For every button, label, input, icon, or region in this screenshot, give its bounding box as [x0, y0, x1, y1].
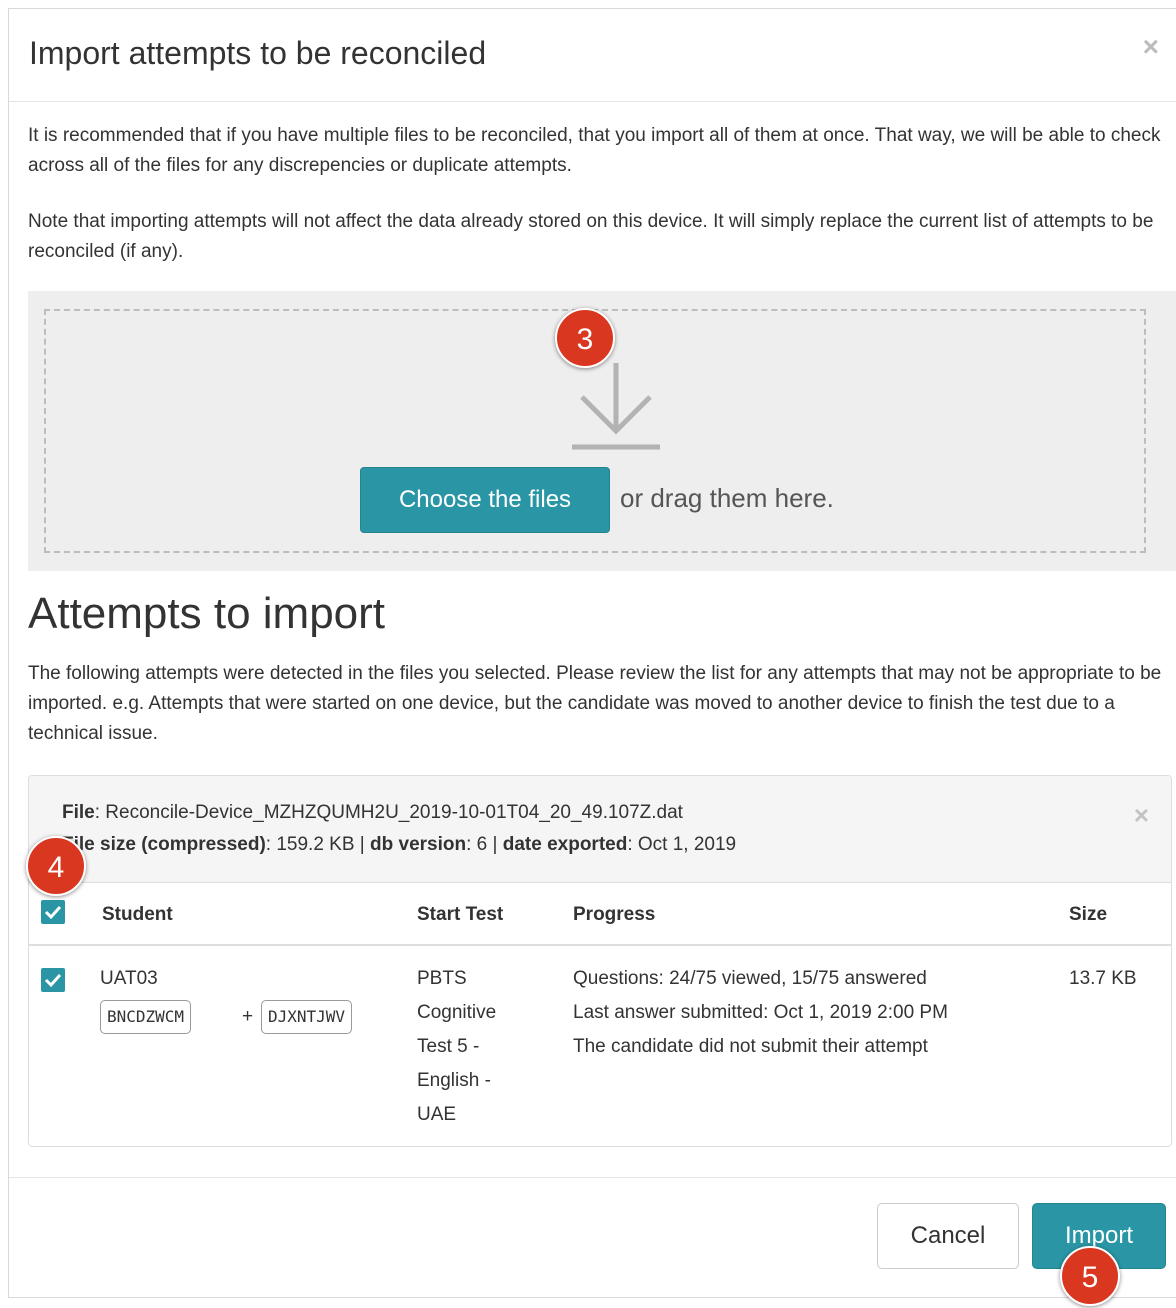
start-test-line: Test 5 -	[417, 1036, 480, 1057]
intro-paragraph-2: Note that importing attempts will not af…	[28, 211, 1154, 262]
device-code-chip: DJXNTJWV	[261, 1000, 353, 1034]
drag-hint-text: or drag them here.	[620, 483, 834, 513]
header-progress: Progress	[573, 904, 656, 925]
start-test-line: PBTS	[417, 968, 467, 989]
file-size-label: File size (compressed)	[62, 834, 266, 855]
download-arrow-icon	[572, 363, 660, 450]
import-modal: Import attempts to be reconciled × It is…	[8, 8, 1176, 1298]
db-version-label: db version	[370, 834, 467, 855]
header-student: Student	[102, 904, 173, 925]
intro-paragraph-1: It is recommended that if you have multi…	[28, 125, 1161, 176]
attempt-size: 13.7 KB	[1069, 968, 1137, 989]
attempts-heading: Attempts to import	[28, 589, 386, 638]
progress-submission-status: The candidate did not submit their attem…	[573, 1036, 928, 1057]
progress-last-answer: Last answer submitted: Oct 1, 2019 2:00 …	[573, 1002, 948, 1023]
file-name: : Reconcile-Device_MZHZQUMH2U_2019-10-01…	[94, 802, 683, 823]
start-test-line: UAE	[417, 1104, 457, 1125]
start-test-line: Cognitive	[417, 1002, 497, 1023]
annotation-badge-3: 3	[555, 308, 615, 368]
file-size-value: : 159.2 KB |	[265, 834, 371, 855]
checkmark-icon	[44, 973, 62, 988]
file-meta-line: File size (compressed): 159.2 KB | db ve…	[62, 830, 736, 860]
table-header-divider	[29, 944, 1171, 946]
student-code-chip: BNCDZWCM	[100, 1000, 192, 1034]
header-size: Size	[1069, 904, 1108, 925]
modal-header: Import attempts to be reconciled ×	[9, 9, 1176, 102]
file-label: File	[62, 802, 95, 823]
file-name-line: File: Reconcile-Device_MZHZQUMH2U_2019-1…	[62, 798, 683, 828]
footer-divider	[9, 1177, 1176, 1178]
start-test-line: English -	[417, 1070, 491, 1091]
code-plus-sign: +	[242, 1006, 254, 1027]
attempts-description: The following attempts were detected in …	[28, 663, 1162, 744]
header-start-test: Start Test	[417, 904, 504, 925]
cancel-button[interactable]: Cancel	[877, 1203, 1019, 1269]
file-panel: File: Reconcile-Device_MZHZQUMH2U_2019-1…	[28, 775, 1172, 1147]
close-icon[interactable]: ×	[1143, 31, 1159, 63]
file-panel-header: File: Reconcile-Device_MZHZQUMH2U_2019-1…	[29, 776, 1171, 883]
modal-title: Import attempts to be reconciled	[29, 35, 487, 71]
checkmark-icon	[44, 905, 62, 920]
row-checkbox[interactable]	[41, 968, 65, 992]
date-exported-label: date exported	[502, 834, 628, 855]
date-exported-value: : Oct 1, 2019	[627, 834, 737, 855]
student-name: UAT03	[100, 968, 158, 989]
annotation-badge-4: 4	[26, 836, 86, 896]
progress-questions: Questions: 24/75 viewed, 15/75 answered	[573, 968, 927, 989]
select-all-checkbox[interactable]	[41, 900, 65, 924]
remove-file-icon[interactable]: ×	[1134, 800, 1149, 831]
db-version-value: : 6 |	[466, 834, 503, 855]
choose-files-button[interactable]: Choose the files	[360, 467, 610, 533]
annotation-badge-5: 5	[1060, 1246, 1120, 1306]
